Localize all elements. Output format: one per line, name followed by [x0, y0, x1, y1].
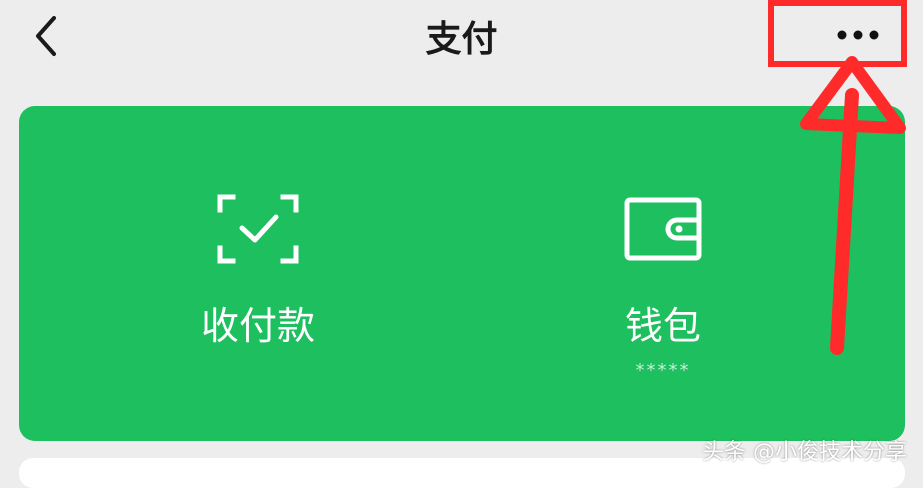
top-bar: 支付: [0, 0, 923, 80]
collect-pay-label: 收付款: [200, 304, 315, 348]
highlight-box: [768, 0, 907, 67]
collect-pay-button[interactable]: 收付款: [158, 190, 358, 400]
payment-card: [19, 106, 905, 441]
wallet-balance: *****: [635, 360, 691, 381]
wallet-label: 钱包: [624, 304, 701, 348]
wallet-button[interactable]: 钱包 *****: [563, 190, 763, 400]
watermark: 头条 @小俊技术分享: [702, 440, 907, 465]
wallet-icon: [624, 197, 702, 261]
scan-check-icon: [217, 194, 299, 264]
